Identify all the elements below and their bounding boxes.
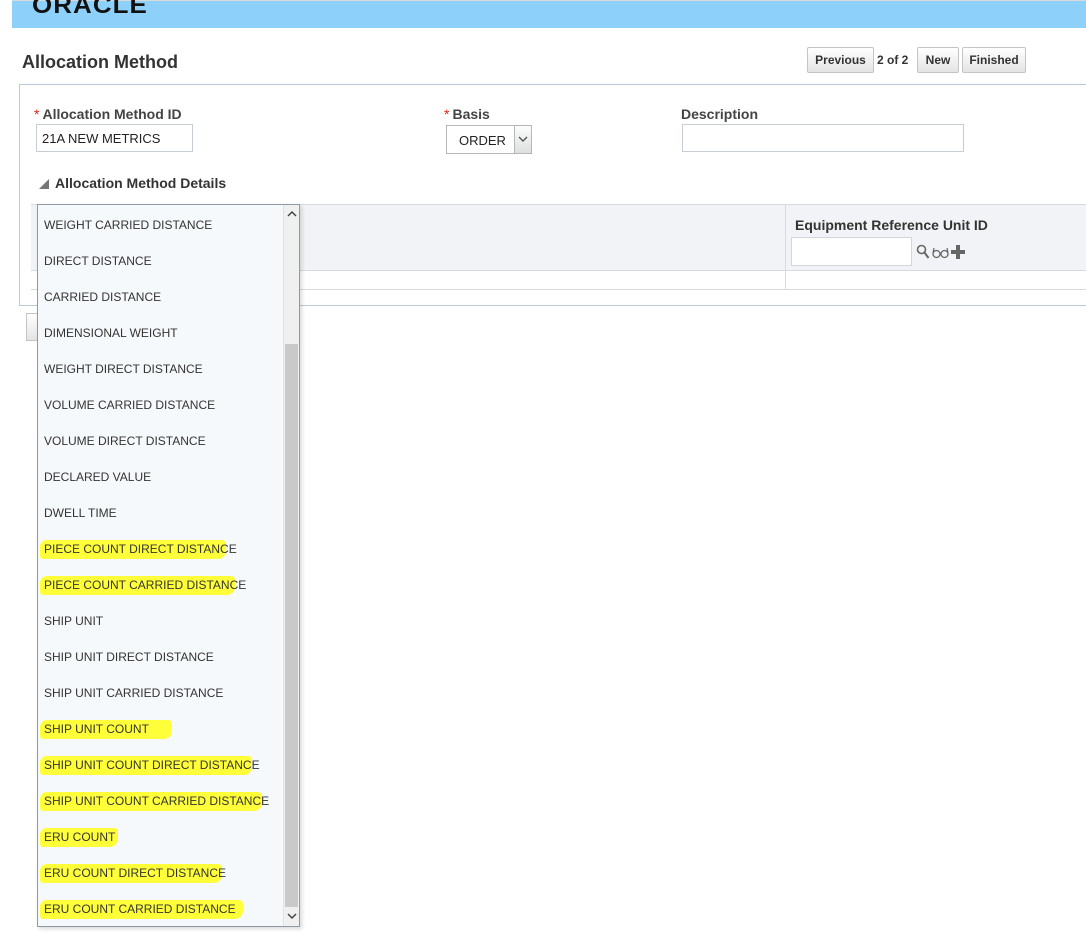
dropdown-option[interactable]: DWELL TIME [38, 495, 283, 531]
oracle-logo: ORACLE [32, 0, 148, 19]
allocation-method-id-label: * Allocation Method ID [34, 106, 182, 122]
top-banner: ORACLE [12, 0, 1086, 28]
dropdown-option-label: WEIGHT DIRECT DISTANCE [44, 362, 203, 376]
dropdown-option-label: DIRECT DISTANCE [44, 254, 152, 268]
dropdown-option-label: SHIP UNIT [44, 614, 104, 628]
allocation-method-id-label-text: Allocation Method ID [42, 106, 182, 122]
new-button[interactable]: New [917, 47, 959, 73]
dropdown-option-label: PIECE COUNT CARRIED DISTANCE [44, 578, 247, 592]
dropdown-option-label: VOLUME CARRIED DISTANCE [44, 398, 216, 412]
dropdown-option[interactable]: PIECE COUNT DIRECT DISTANCE [38, 531, 283, 567]
glasses-icon[interactable] [932, 247, 949, 259]
dropdown-option[interactable]: SHIP UNIT COUNT DIRECT DISTANCE [38, 747, 283, 783]
basis-select-value: ORDER [459, 133, 506, 148]
dropdown-option[interactable]: ERU COUNT DIRECT DISTANCE [38, 855, 283, 891]
collapse-triangle-icon [39, 179, 49, 189]
dropdown-option[interactable]: VOLUME DIRECT DISTANCE [38, 423, 283, 459]
dropdown-option-label: DWELL TIME [44, 506, 117, 520]
dropdown-option-label: VOLUME DIRECT DISTANCE [44, 434, 206, 448]
dropdown-option[interactable]: DIMENSIONAL WEIGHT [38, 315, 283, 351]
finished-button[interactable]: Finished [962, 47, 1026, 73]
scroll-down-icon[interactable] [287, 913, 297, 920]
record-counter: 2 of 2 [877, 53, 909, 67]
dropdown-option-label: DIMENSIONAL WEIGHT [44, 326, 178, 340]
equipment-reference-unit-id-input[interactable] [791, 237, 912, 266]
dropdown-option[interactable]: ERU COUNT [38, 819, 283, 855]
dropdown-option[interactable]: CARRIED DISTANCE [38, 279, 283, 315]
dropdown-option[interactable]: SHIP UNIT COUNT [38, 711, 283, 747]
dropdown-option-label: DECLARED VALUE [44, 470, 152, 484]
dropdown-option-label: SHIP UNIT COUNT CARRIED DISTANCE [44, 794, 270, 808]
description-label: Description [681, 106, 759, 122]
basis-dropdown-list[interactable]: WEIGHT CARRIED DISTANCE DIRECT DISTANCE CA… [37, 204, 300, 927]
dropdown-option-label: SHIP UNIT COUNT DIRECT DISTANCE [44, 758, 260, 772]
dropdown-option[interactable]: SHIP UNIT DIRECT DISTANCE [38, 639, 283, 675]
section-title: Allocation Method Details [55, 175, 227, 191]
dropdown-option[interactable]: SHIP UNIT COUNT CARRIED DISTANCE [38, 783, 283, 819]
dropdown-option-label: ERU COUNT DIRECT DISTANCE [44, 866, 227, 880]
dropdown-option[interactable]: ERU COUNT CARRIED DISTANCE [38, 891, 283, 926]
dropdown-option[interactable]: VOLUME CARRIED DISTANCE [38, 387, 283, 423]
allocation-method-id-input[interactable]: 21A NEW METRICS [36, 124, 193, 152]
basis-label-text: Basis [452, 106, 490, 122]
required-marker: * [444, 106, 450, 122]
dropdown-option[interactable]: SHIP UNIT [38, 603, 283, 639]
basis-label: * Basis [444, 106, 490, 122]
previous-button[interactable]: Previous [807, 47, 874, 73]
dropdown-option-label: ERU COUNT CARRIED DISTANCE [44, 902, 236, 916]
dropdown-option[interactable]: DECLARED VALUE [38, 459, 283, 495]
allocation-method-details-header[interactable]: Allocation Method Details [39, 175, 226, 191]
page-title: Allocation Method [22, 52, 178, 72]
dropdown-option[interactable]: WEIGHT DIRECT DISTANCE [38, 351, 283, 387]
dropdown-option-label: SHIP UNIT COUNT [44, 722, 149, 736]
dropdown-scrollbar[interactable] [283, 205, 299, 926]
dropdown-option-label: PIECE COUNT DIRECT DISTANCE [44, 542, 237, 556]
required-marker: * [34, 106, 40, 122]
dropdown-option-label: ERU COUNT [44, 830, 116, 844]
scrollbar-thumb[interactable] [285, 344, 298, 907]
dropdown-option[interactable]: SHIP UNIT CARRIED DISTANCE [38, 675, 283, 711]
dropdown-option-label: SHIP UNIT DIRECT DISTANCE [44, 650, 214, 664]
equipment-reference-unit-id-header: Equipment Reference Unit ID [795, 217, 988, 233]
dropdown-option[interactable]: WEIGHT CARRIED DISTANCE [38, 207, 283, 243]
dropdown-option[interactable]: PIECE COUNT CARRIED DISTANCE [38, 567, 283, 603]
dropdown-option[interactable]: DIRECT DISTANCE [38, 243, 283, 279]
dropdown-option-label: CARRIED DISTANCE [44, 290, 162, 304]
dropdown-option-label: SHIP UNIT CARRIED DISTANCE [44, 686, 224, 700]
plus-icon[interactable] [950, 244, 966, 260]
scroll-up-icon[interactable] [287, 210, 297, 217]
dropdown-option-label: WEIGHT CARRIED DISTANCE [44, 218, 213, 232]
description-input[interactable] [682, 124, 964, 152]
search-icon[interactable] [916, 244, 930, 260]
basis-dropdown-button[interactable] [514, 126, 531, 153]
column-divider [785, 205, 786, 290]
chevron-down-icon [518, 136, 528, 142]
basis-select[interactable]: ORDER [446, 125, 532, 154]
